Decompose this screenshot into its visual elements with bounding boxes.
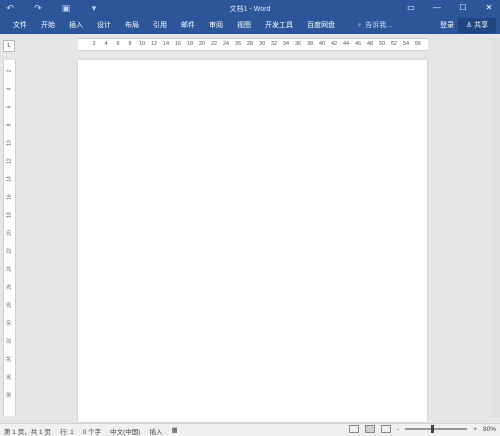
ruler-tick: 38 — [6, 392, 13, 398]
zoom-slider-thumb[interactable] — [431, 425, 435, 433]
ruler-tick: 48 — [366, 41, 374, 47]
ruler-tick: 18 — [6, 212, 13, 218]
ruler-tick: 38 — [306, 41, 314, 47]
ruler-tick: 54 — [402, 41, 410, 47]
zoom-in-button[interactable]: + — [473, 426, 477, 433]
ruler-tick: 6 — [116, 41, 120, 47]
tab-references[interactable]: 引用 — [146, 20, 174, 31]
title-bar: ↶ ↷ ▣ ▾ 文档1 - Word ▭ — ☐ ✕ — [0, 0, 500, 17]
ruler-tick: 36 — [6, 374, 13, 380]
ruler-tick: 24 — [222, 41, 230, 47]
close-icon[interactable]: ✕ — [482, 2, 496, 14]
macro-icon[interactable]: ▦ — [171, 426, 177, 436]
ruler-tick: 2 — [92, 41, 96, 47]
zoom-slider[interactable] — [405, 425, 468, 433]
tell-me-box[interactable]: ♀ 告诉我... — [357, 20, 392, 31]
ribbon-tab-bar: 文件 开始 插入 设计 布局 引用 邮件 审阅 视图 开发工具 百度网盘 ♀ 告… — [0, 17, 500, 34]
tell-me-placeholder: 告诉我... — [365, 22, 393, 29]
sign-in-link[interactable]: 登录 — [440, 20, 454, 31]
tab-file[interactable]: 文件 — [6, 20, 34, 31]
share-button[interactable]: ♙ 共享 — [458, 18, 496, 33]
ruler-tick: 30 — [6, 320, 13, 326]
print-layout-icon[interactable] — [365, 425, 376, 433]
share-label: 共享 — [474, 22, 489, 29]
document-page[interactable] — [78, 60, 427, 422]
ruler-tick: 4 — [6, 87, 13, 91]
tab-layout[interactable]: 布局 — [118, 20, 146, 31]
tab-baidu-netdisk[interactable]: 百度网盘 — [300, 20, 342, 31]
insert-mode[interactable]: 插入 — [149, 426, 162, 436]
web-layout-icon[interactable] — [381, 425, 392, 433]
zoom-level[interactable]: 80% — [483, 426, 496, 433]
ruler-tick: 10 — [138, 41, 146, 47]
minimize-icon[interactable]: — — [430, 2, 444, 14]
ruler-tick: 2 — [6, 69, 13, 73]
ruler-tick: 34 — [6, 356, 13, 362]
ruler-tick: 40 — [318, 41, 326, 47]
ruler-tick: 50 — [378, 41, 386, 47]
lightbulb-icon: ♀ — [357, 22, 363, 29]
ruler-tick: 20 — [6, 230, 13, 236]
line-number: 行: 1 — [59, 429, 74, 436]
ruler-tick: 52 — [390, 41, 398, 47]
vertical-ruler[interactable]: 2 4 6 8 10 12 14 16 18 20 22 24 26 28 30 32 34 36 38 — [3, 60, 16, 416]
ruler-tick: 26 — [234, 41, 242, 47]
person-icon: ♙ — [465, 22, 473, 29]
tab-design[interactable]: 设计 — [90, 20, 118, 31]
status-bar: 第 1 页，共 1 页 行: 1 0 个字 中文(中国) 插入 ▦ - + 80… — [0, 423, 500, 436]
ruler-tick: 8 — [128, 41, 132, 47]
read-mode-icon[interactable] — [349, 425, 360, 433]
ruler-tick: 56 — [414, 41, 422, 47]
ruler-tick: 16 — [174, 41, 182, 47]
tab-view[interactable]: 视图 — [230, 20, 258, 31]
language[interactable]: 中文(中国) — [110, 426, 140, 436]
ruler-tick: 8 — [6, 123, 13, 127]
zoom-out-button[interactable]: - — [397, 426, 399, 433]
ruler-tick: 26 — [6, 284, 13, 290]
maximize-icon[interactable]: ☐ — [456, 2, 470, 14]
ruler-tick: 32 — [6, 338, 13, 344]
tab-mailings[interactable]: 邮件 — [174, 20, 202, 31]
ruler-tick: 10 — [6, 140, 13, 146]
ruler-tick: 20 — [198, 41, 206, 47]
window-controls: ▭ — ☐ ✕ — [404, 2, 496, 14]
ribbon-display-icon[interactable]: ▭ — [404, 2, 418, 14]
word-count[interactable]: 0 个字 — [83, 426, 101, 436]
tab-selector[interactable]: L — [3, 40, 15, 52]
ruler-tick: 4 — [104, 41, 108, 47]
vertical-scrollbar[interactable] — [492, 38, 500, 418]
ruler-tick: 14 — [6, 176, 13, 182]
ruler-tick: 34 — [282, 41, 290, 47]
tab-review[interactable]: 审阅 — [202, 20, 230, 31]
ruler-tick: 24 — [6, 266, 13, 272]
ruler-tick: 22 — [210, 41, 218, 47]
tab-home[interactable]: 开始 — [34, 20, 62, 31]
ruler-tick: 28 — [6, 302, 13, 308]
ruler-tick: 18 — [186, 41, 194, 47]
horizontal-ruler[interactable]: 2 4 6 8 10 12 14 16 18 20 22 24 26 28 30… — [78, 38, 428, 51]
ruler-tick: 12 — [6, 158, 13, 164]
ruler-tick: 46 — [354, 41, 362, 47]
ruler-tick: 44 — [342, 41, 350, 47]
page-count[interactable]: 第 1 页，共 1 页 — [4, 426, 51, 436]
ruler-tick: 12 — [150, 41, 158, 47]
ruler-tick: 30 — [258, 41, 266, 47]
ruler-tick: 14 — [162, 41, 170, 47]
ruler-tick: 32 — [270, 41, 278, 47]
ruler-tick: 6 — [6, 105, 13, 109]
tab-insert[interactable]: 插入 — [62, 20, 90, 31]
ruler-tick: 22 — [6, 248, 13, 254]
tab-developer[interactable]: 开发工具 — [258, 20, 300, 31]
ruler-tick: 16 — [6, 194, 13, 200]
ruler-tick: 36 — [294, 41, 302, 47]
ruler-tick: 42 — [330, 41, 338, 47]
ruler-tick: 28 — [246, 41, 254, 47]
